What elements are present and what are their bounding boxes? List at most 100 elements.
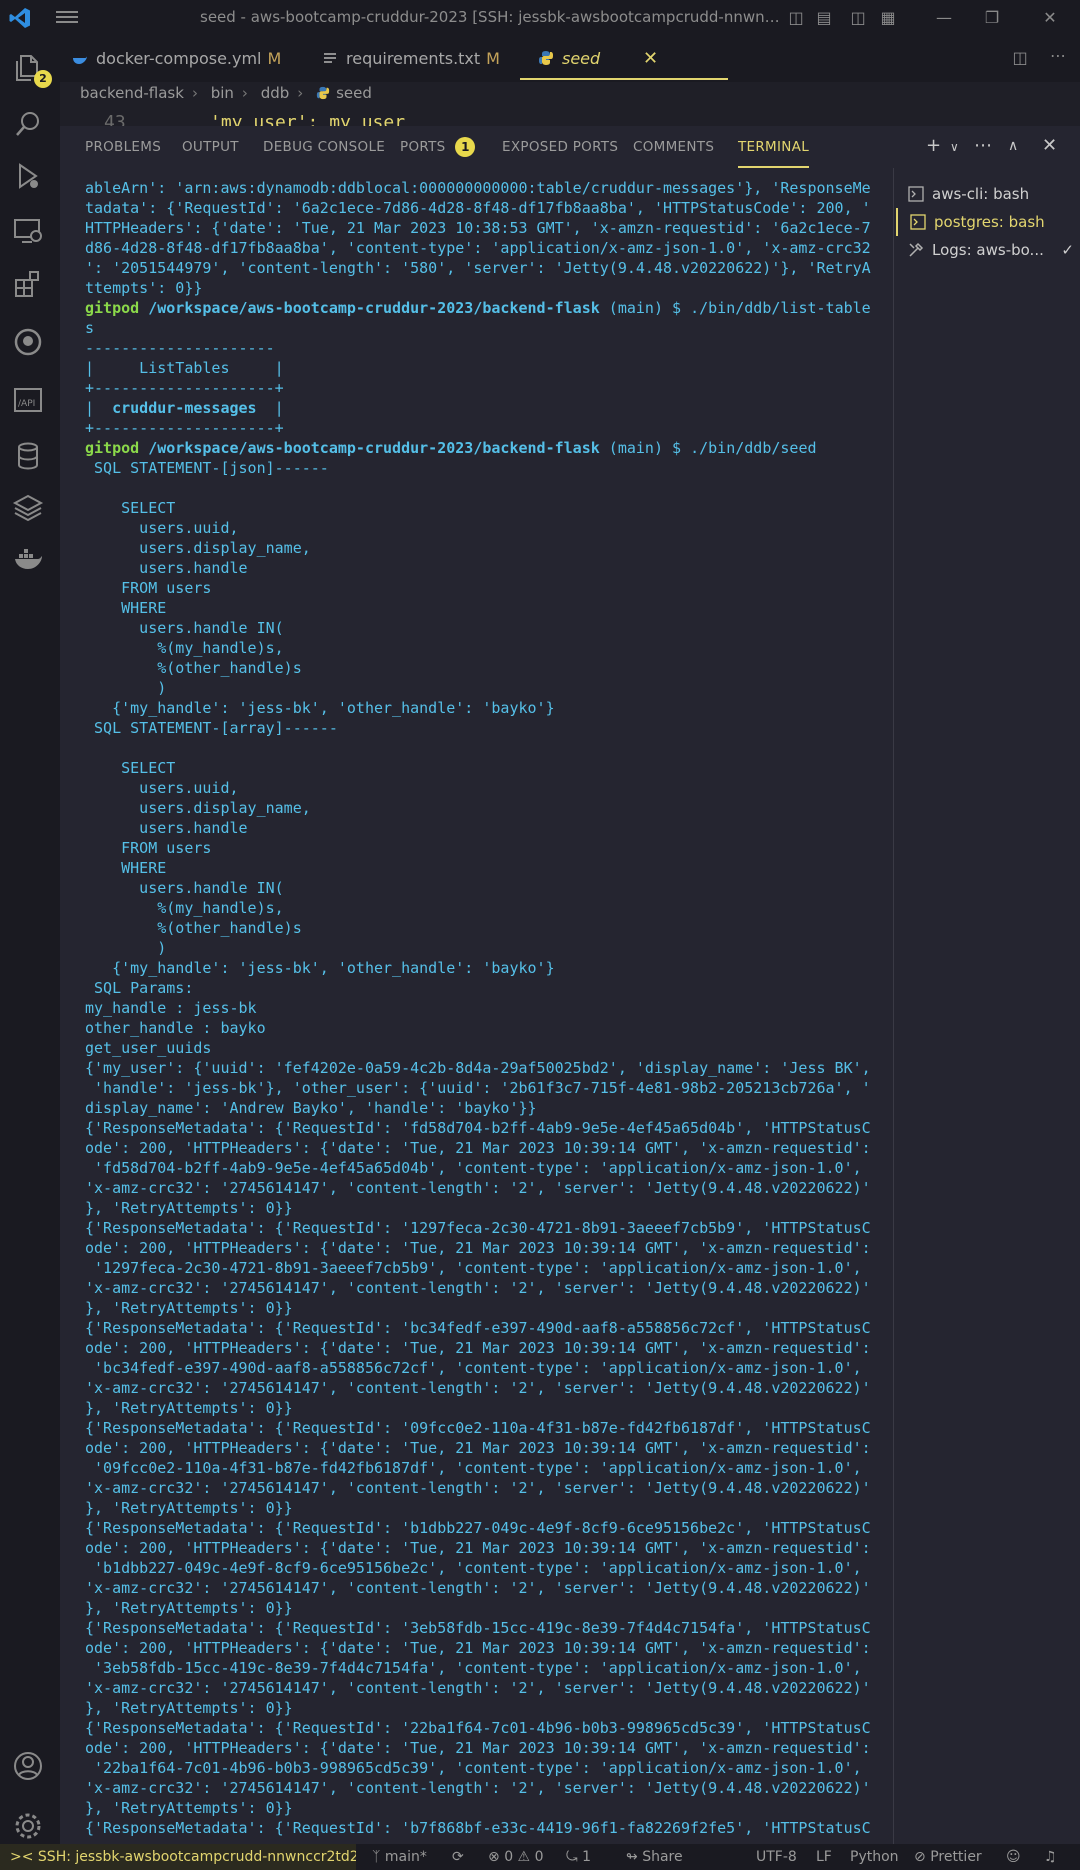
terminal-line: SQL STATEMENT-[json]------: [85, 459, 329, 477]
terminal-line: users.display_name,: [85, 799, 311, 817]
terminal-line: %(my_handle)s,: [85, 899, 284, 917]
more-actions-icon[interactable]: ⋯: [974, 135, 992, 156]
status-bar: >< SSH: jessbk-awsbootcampcrudd-nnwnccr2…: [0, 1844, 1080, 1870]
tab-comments[interactable]: COMMENTS: [633, 126, 714, 168]
database-icon[interactable]: [12, 440, 48, 476]
encoding-indicator[interactable]: UTF-8: [756, 1844, 797, 1870]
more-actions-icon[interactable]: ⋯: [1048, 46, 1068, 66]
remote-indicator[interactable]: >< SSH: jessbk-awsbootcampcrudd-nnwnccr2…: [0, 1844, 356, 1870]
breadcrumb-item[interactable]: seed: [336, 84, 372, 102]
terminal-line: get_user_uuids: [85, 1039, 212, 1057]
share-button[interactable]: ↬ Share: [626, 1844, 683, 1870]
toggle-panel-icon[interactable]: ▤: [814, 8, 834, 28]
account-icon[interactable]: [12, 1750, 48, 1786]
remote-label: SSH: jessbk-awsbootcampcrudd-nnwnccr2td2…: [37, 1849, 356, 1865]
tab-docker-compose[interactable]: docker-compose.yml M: [72, 36, 281, 82]
tab-ports[interactable]: PORTS 1: [400, 126, 476, 168]
tab-seed[interactable]: seed: [520, 36, 728, 80]
terminal-line: ode': 200, 'HTTPHeaders': {'date': 'Tue,…: [85, 1339, 871, 1357]
terminal-line: }, 'RetryAttempts': 0}}: [85, 1599, 293, 1617]
prettier-indicator[interactable]: ⊘ Prettier: [914, 1844, 982, 1870]
breadcrumb-item[interactable]: bin: [211, 84, 234, 102]
terminal-line: ableArn': 'arn:aws:dynamodb:ddblocal:000…: [85, 179, 871, 197]
sync-icon[interactable]: ⟳: [452, 1844, 464, 1870]
close-panel-icon[interactable]: ✕: [1042, 135, 1057, 156]
terminal-line: }, 'RetryAttempts': 0}}: [85, 1699, 293, 1717]
remote-explorer-icon[interactable]: [12, 214, 48, 250]
api-icon[interactable]: /API: [12, 384, 48, 420]
run-debug-icon[interactable]: [12, 160, 48, 196]
terminal-line: users.handle: [85, 559, 248, 577]
explorer-icon[interactable]: 2: [12, 52, 52, 88]
toggle-secondary-sidebar-icon[interactable]: ◫: [848, 8, 868, 28]
chevron-down-icon[interactable]: ∨: [950, 140, 959, 154]
terminal-line: SQL Params:: [85, 979, 194, 997]
docker-icon[interactable]: [12, 544, 48, 580]
tab-debug-console[interactable]: DEBUG CONSOLE: [263, 126, 385, 168]
terminal-line: %(my_handle)s,: [85, 639, 284, 657]
new-terminal-icon[interactable]: +: [926, 135, 941, 156]
tab-problems[interactable]: PROBLEMS: [85, 126, 161, 168]
terminal-line: 'handle': 'jess-bk'}, 'other_user': {'uu…: [85, 1079, 871, 1097]
terminal-line: '09fcc0e2-110a-4f31-b87e-fd42fb6187df', …: [85, 1459, 862, 1477]
terminal-line: {'my_handle': 'jess-bk', 'other_handle':…: [85, 699, 555, 717]
explorer-badge: 2: [34, 70, 52, 88]
toggle-sidebar-icon[interactable]: ◫: [786, 8, 806, 28]
feedback-icon[interactable]: ☺: [1006, 1844, 1021, 1870]
tab-terminal[interactable]: TERMINAL: [738, 126, 810, 168]
terminal-line: 'b1dbb227-049c-4e9f-8cf9-6ce95156be2c', …: [85, 1559, 862, 1577]
extensions-icon[interactable]: [12, 268, 48, 304]
terminal-label: aws-cli: bash: [932, 185, 1030, 203]
terminal-line: }, 'RetryAttempts': 0}}: [85, 1799, 293, 1817]
restore-icon[interactable]: ❐: [982, 8, 1002, 28]
customize-layout-icon[interactable]: ▦: [878, 8, 898, 28]
branch-indicator[interactable]: ᛉ main*: [372, 1844, 427, 1870]
breadcrumb-item[interactable]: backend-flask: [80, 84, 184, 102]
layers-icon[interactable]: [12, 492, 48, 528]
prompt-user: gitpod: [85, 439, 140, 457]
hamburger-menu-icon[interactable]: [56, 8, 78, 28]
line-number: 43: [104, 112, 126, 126]
terminal-line: {'my_handle': 'jess-bk', 'other_handle':…: [85, 959, 555, 977]
tab-output[interactable]: OUTPUT: [182, 126, 239, 168]
breadcrumb-item[interactable]: ddb: [261, 84, 290, 102]
ports-indicator[interactable]: ⤿ 1: [566, 1844, 591, 1870]
language-indicator[interactable]: Python: [850, 1844, 899, 1870]
close-window-icon[interactable]: ✕: [1040, 8, 1060, 28]
terminal-line: {'ResponseMetadata': {'RequestId': 'b1db…: [85, 1519, 871, 1537]
ports-count: 1: [582, 1849, 592, 1865]
svg-text:/API: /API: [18, 399, 35, 409]
terminal-line: FROM users: [85, 839, 212, 857]
modified-indicator: M: [486, 49, 500, 68]
split-editor-icon[interactable]: ◫: [1010, 48, 1030, 68]
settings-gear-icon[interactable]: [12, 1810, 48, 1846]
notifications-bell-icon[interactable]: ♫: [1044, 1844, 1057, 1870]
terminal-item-postgres[interactable]: postgres: bash: [896, 208, 1080, 236]
maximize-panel-icon[interactable]: ∧: [1008, 138, 1018, 154]
terminal-line: users.handle: [85, 819, 248, 837]
error-count: 0: [504, 1849, 514, 1865]
search-icon[interactable]: [12, 108, 48, 144]
prompt-branch: (main) $: [608, 299, 682, 317]
tab-exposed-ports[interactable]: EXPOSED PORTS: [502, 126, 618, 168]
terminal-line: ): [85, 939, 167, 957]
github-icon[interactable]: [12, 326, 48, 362]
terminal-item-aws-cli[interactable]: aws-cli: bash: [896, 180, 1080, 208]
minimize-icon[interactable]: —: [934, 8, 954, 28]
command-text: ./bin/ddb/list-table: [690, 299, 871, 317]
prompt-line: gitpod /workspace/aws-bootcamp-cruddur-2…: [85, 298, 935, 318]
check-icon: ✓: [1061, 241, 1074, 259]
close-tab-icon[interactable]: ✕: [643, 36, 658, 82]
terminal-line: 'x-amz-crc32': '2745614147', 'content-le…: [85, 1479, 871, 1497]
panel-divider[interactable]: [893, 168, 894, 1844]
tab-requirements[interactable]: requirements.txt M: [322, 36, 500, 82]
terminal-line: {'my_user': {'uuid': 'fef4202e-0a59-4c2b…: [85, 1059, 871, 1077]
terminal-output[interactable]: ableArn': 'arn:aws:dynamodb:ddblocal:000…: [85, 178, 935, 1844]
terminal-line: '22ba1f64-7c01-4b96-b0b3-998965cd5c39', …: [85, 1759, 862, 1777]
terminal-item-logs[interactable]: Logs: aws-bo... ✓: [896, 236, 1080, 264]
problems-indicator[interactable]: ⊗ 0 ⚠ 0: [488, 1844, 543, 1870]
prompt-path: /workspace/aws-bootcamp-cruddur-2023/bac…: [148, 299, 600, 317]
table-edge: |: [256, 399, 284, 417]
eol-indicator[interactable]: LF: [816, 1844, 832, 1870]
